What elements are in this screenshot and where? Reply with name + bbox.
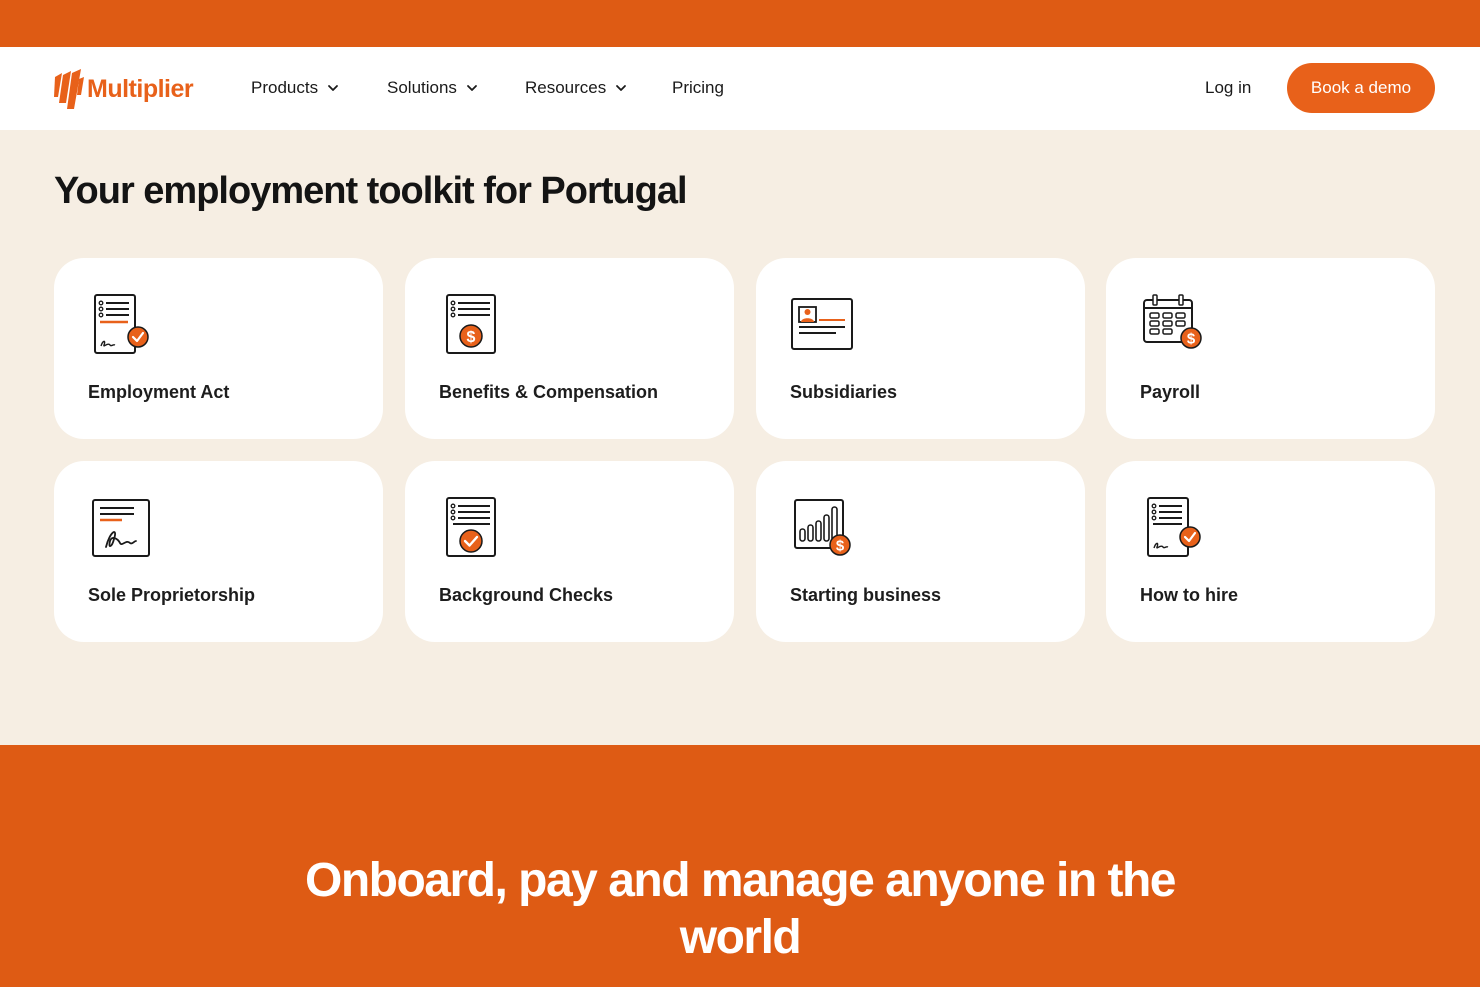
card-payroll[interactable]: $ Payroll: [1106, 258, 1435, 439]
calendar-dollar-icon: $: [1143, 294, 1202, 349]
contract-check-icon: [1147, 497, 1201, 557]
svg-text:$: $: [836, 538, 845, 555]
cta-band-title: Onboard, pay and manage anyone in the wo…: [305, 854, 1177, 964]
card-background-checks[interactable]: Background Checks: [405, 461, 734, 642]
nav-solutions[interactable]: Solutions: [387, 78, 478, 98]
document-signature-check-icon: [94, 294, 149, 354]
chevron-down-icon: [467, 85, 477, 91]
card-subsidiaries[interactable]: Subsidiaries: [756, 258, 1085, 439]
card-benefits-compensation[interactable]: $ Benefits & Compensation: [405, 258, 734, 439]
document-check-icon: [446, 497, 496, 557]
card-label: Sole Proprietorship: [88, 585, 256, 605]
page-title: Your employment toolkit for Portugal: [54, 170, 688, 212]
card-label: Subsidiaries: [790, 382, 898, 402]
cta-band: Onboard, pay and manage anyone in the wo…: [0, 745, 1480, 987]
nav-pricing-label: Pricing: [672, 78, 724, 97]
card-label: Starting business: [790, 585, 942, 605]
document-dollar-icon: $: [446, 294, 496, 354]
logo-text: Multiplier: [87, 74, 194, 103]
svg-text:$: $: [1187, 331, 1196, 348]
nav-pricing[interactable]: Pricing: [672, 78, 724, 98]
card-label: Payroll: [1140, 382, 1201, 402]
nav-resources[interactable]: Resources: [525, 78, 627, 98]
nav-resources-label: Resources: [525, 78, 607, 97]
signed-document-icon: [92, 499, 150, 557]
card-starting-business[interactable]: $ Starting business: [756, 461, 1085, 642]
book-demo-button[interactable]: Book a demo: [1287, 63, 1435, 113]
card-how-to-hire[interactable]: How to hire: [1106, 461, 1435, 642]
nav-products[interactable]: Products: [251, 78, 339, 98]
multiplier-logo-icon: [54, 69, 84, 109]
nav-products-label: Products: [251, 78, 319, 97]
nav-solutions-label: Solutions: [387, 78, 457, 97]
card-employment-act[interactable]: Employment Act: [54, 258, 383, 439]
chevron-down-icon: [616, 85, 627, 91]
chevron-down-icon: [328, 85, 338, 91]
card-sole-proprietorship[interactable]: Sole Proprietorship: [54, 461, 383, 642]
login-link[interactable]: Log in: [1205, 78, 1251, 98]
card-label: How to hire: [1140, 585, 1238, 605]
card-label: Benefits & Compensation: [439, 382, 659, 402]
svg-text:$: $: [467, 329, 476, 346]
top-banner-strip: [0, 0, 1480, 47]
card-label: Employment Act: [88, 382, 230, 402]
card-label: Background Checks: [439, 585, 614, 605]
id-card-icon: [791, 298, 853, 350]
logo[interactable]: Multiplier: [52, 67, 194, 111]
navbar: Multiplier Products Solutions Resources …: [0, 47, 1480, 130]
bar-chart-dollar-icon: $: [794, 499, 851, 556]
